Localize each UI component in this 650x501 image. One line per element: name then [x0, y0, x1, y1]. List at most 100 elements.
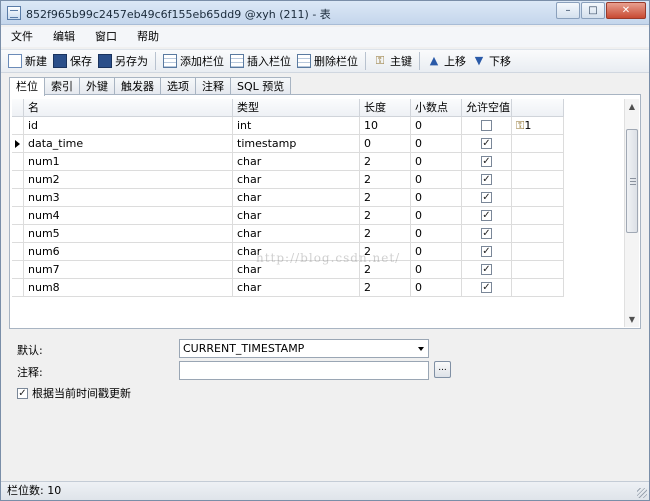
table-row[interactable]: num4 char 2 0 ✓ [12, 207, 564, 225]
field-type-cell[interactable]: char [233, 279, 360, 297]
field-name-cell[interactable]: num5 [24, 225, 233, 243]
field-decimals-cell[interactable]: 0 [411, 279, 462, 297]
save-button[interactable]: 保存 [50, 51, 95, 71]
allow-null-cell[interactable]: ✓ [462, 135, 512, 153]
tab-fields[interactable]: 栏位 [9, 77, 45, 96]
allow-null-cell[interactable]: ✓ [462, 261, 512, 279]
scroll-thumb[interactable] [626, 129, 638, 233]
field-type-cell[interactable]: char [233, 225, 360, 243]
field-name-cell[interactable]: num8 [24, 279, 233, 297]
allow-null-cell[interactable]: ✓ [462, 189, 512, 207]
on-update-checkbox[interactable]: ✓ [17, 387, 28, 399]
allow-null-checkbox[interactable]: ✓ [481, 227, 492, 239]
header-key[interactable] [512, 99, 564, 117]
add-column-button[interactable]: 添加栏位 [160, 51, 227, 71]
scroll-down-icon[interactable]: ▼ [625, 312, 639, 327]
move-down-button[interactable]: ▼ 下移 [469, 51, 514, 71]
allow-null-cell[interactable]: ✓ [462, 153, 512, 171]
field-decimals-cell[interactable]: 0 [411, 135, 462, 153]
menu-edit[interactable]: 编辑 [43, 27, 85, 47]
table-row[interactable]: num8 char 2 0 ✓ [12, 279, 564, 297]
row-indicator-cell[interactable] [12, 225, 24, 243]
row-indicator-cell[interactable] [12, 171, 24, 189]
field-type-cell[interactable]: char [233, 189, 360, 207]
field-decimals-cell[interactable]: 0 [411, 243, 462, 261]
allow-null-checkbox[interactable] [481, 119, 492, 131]
scroll-up-icon[interactable]: ▲ [625, 99, 639, 114]
on-update-checkbox-row[interactable]: ✓ 根据当前时间戳更新 [17, 385, 131, 401]
row-indicator-cell[interactable] [12, 207, 24, 225]
allow-null-checkbox[interactable]: ✓ [481, 245, 492, 257]
table-row[interactable]: num1 char 2 0 ✓ [12, 153, 564, 171]
table-row[interactable]: data_time timestamp 0 0 ✓ [12, 135, 564, 153]
resize-grip-icon[interactable] [637, 488, 647, 498]
field-name-cell[interactable]: num6 [24, 243, 233, 261]
field-length-cell[interactable]: 2 [360, 261, 411, 279]
field-name-cell[interactable]: num1 [24, 153, 233, 171]
allow-null-checkbox[interactable]: ✓ [481, 173, 492, 185]
menu-help[interactable]: 帮助 [127, 27, 169, 47]
field-type-cell[interactable]: char [233, 243, 360, 261]
field-name-cell[interactable]: num3 [24, 189, 233, 207]
row-indicator-cell[interactable] [12, 153, 24, 171]
allow-null-checkbox[interactable]: ✓ [481, 209, 492, 221]
field-name-cell[interactable]: id [24, 117, 233, 135]
field-length-cell[interactable]: 2 [360, 189, 411, 207]
tab-foreign-keys[interactable]: 外键 [79, 77, 115, 95]
field-type-cell[interactable]: char [233, 261, 360, 279]
header-allow-null[interactable]: 允许空值 ( [462, 99, 512, 117]
allow-null-checkbox[interactable]: ✓ [481, 281, 492, 293]
table-row[interactable]: num5 char 2 0 ✓ [12, 225, 564, 243]
vertical-scrollbar[interactable]: ▲ ▼ [624, 99, 639, 327]
field-type-cell[interactable]: int [233, 117, 360, 135]
field-name-cell[interactable]: num4 [24, 207, 233, 225]
row-indicator-cell[interactable] [12, 279, 24, 297]
tab-indexes[interactable]: 索引 [44, 77, 80, 95]
field-length-cell[interactable]: 0 [360, 135, 411, 153]
menu-file[interactable]: 文件 [1, 27, 43, 47]
field-length-cell[interactable]: 2 [360, 225, 411, 243]
maximize-button[interactable]: □ [581, 2, 605, 19]
comment-input[interactable] [179, 361, 429, 380]
allow-null-cell[interactable] [462, 117, 512, 135]
table-row[interactable]: num6 char 2 0 ✓ [12, 243, 564, 261]
field-length-cell[interactable]: 2 [360, 279, 411, 297]
field-type-cell[interactable]: char [233, 153, 360, 171]
header-type[interactable]: 类型 [233, 99, 360, 117]
comment-ellipsis-button[interactable]: ... [434, 361, 451, 378]
field-name-cell[interactable]: num7 [24, 261, 233, 279]
insert-column-button[interactable]: 插入栏位 [227, 51, 294, 71]
row-indicator-cell[interactable] [12, 117, 24, 135]
allow-null-cell[interactable]: ✓ [462, 225, 512, 243]
allow-null-cell[interactable]: ✓ [462, 171, 512, 189]
header-decimals[interactable]: 小数点 [411, 99, 462, 117]
tab-sql-preview[interactable]: SQL 预览 [230, 77, 292, 95]
field-decimals-cell[interactable]: 0 [411, 153, 462, 171]
row-indicator-cell[interactable] [12, 261, 24, 279]
field-decimals-cell[interactable]: 0 [411, 117, 462, 135]
row-indicator-cell[interactable] [12, 135, 24, 153]
move-up-button[interactable]: ▲ 上移 [424, 51, 469, 71]
field-length-cell[interactable]: 2 [360, 243, 411, 261]
header-name[interactable]: 名 [24, 99, 233, 117]
delete-column-button[interactable]: 删除栏位 [294, 51, 361, 71]
save-as-button[interactable]: 另存为 [95, 51, 151, 71]
allow-null-cell[interactable]: ✓ [462, 279, 512, 297]
field-name-cell[interactable]: num2 [24, 171, 233, 189]
table-row[interactable]: num3 char 2 0 ✓ [12, 189, 564, 207]
allow-null-checkbox[interactable]: ✓ [481, 191, 492, 203]
header-length[interactable]: 长度 [360, 99, 411, 117]
table-row[interactable]: id int 10 0 ⚿1 [12, 117, 564, 135]
field-decimals-cell[interactable]: 0 [411, 171, 462, 189]
allow-null-checkbox[interactable]: ✓ [481, 263, 492, 275]
tab-options[interactable]: 选项 [160, 77, 196, 95]
field-type-cell[interactable]: char [233, 207, 360, 225]
title-bar[interactable]: 852f965b99c2457eb49c6f155eb65dd9 @xyh (2… [1, 1, 649, 25]
field-length-cell[interactable]: 2 [360, 207, 411, 225]
field-name-cell[interactable]: data_time [24, 135, 233, 153]
close-button[interactable]: ✕ [606, 2, 646, 19]
field-decimals-cell[interactable]: 0 [411, 189, 462, 207]
new-button[interactable]: 新建 [5, 51, 50, 71]
table-row[interactable]: num2 char 2 0 ✓ [12, 171, 564, 189]
field-length-cell[interactable]: 10 [360, 117, 411, 135]
